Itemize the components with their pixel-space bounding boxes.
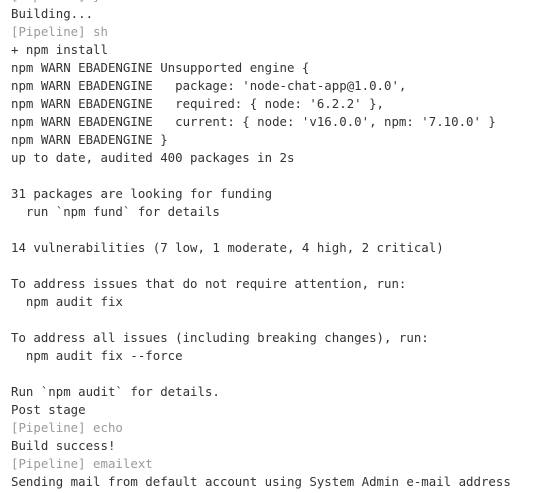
console-line: run `npm fund` for details bbox=[11, 204, 220, 219]
console-line: Build success! bbox=[11, 438, 116, 453]
console-line: Run `npm audit` for details. bbox=[11, 384, 220, 399]
pipeline-step-line: [Pipeline] echo bbox=[11, 420, 123, 435]
console-line: npm WARN EBADENGINE Unsupported engine { bbox=[11, 60, 310, 75]
pipeline-step-line: [Pipeline] sh bbox=[11, 24, 108, 39]
console-line: up to date, audited 400 packages in 2s bbox=[11, 150, 295, 165]
console-line: npm WARN EBADENGINE } bbox=[11, 132, 168, 147]
console-line: Sending mail from default account using … bbox=[11, 474, 511, 489]
console-line: npm WARN EBADENGINE required: { node: '6… bbox=[11, 96, 384, 111]
console-line: 31 packages are looking for funding bbox=[11, 186, 273, 201]
console-line: Building... bbox=[11, 6, 94, 21]
console-line: To address all issues (including breakin… bbox=[11, 330, 429, 345]
console-line: 14 vulnerabilities (7 low, 1 moderate, 4… bbox=[11, 240, 444, 255]
console-line: npm audit fix --force bbox=[11, 348, 183, 363]
pipeline-step-line: [Pipeline] emailext bbox=[11, 456, 153, 471]
console-line: npm WARN EBADENGINE current: { node: 'v1… bbox=[11, 114, 496, 129]
console-line: Post stage bbox=[11, 402, 86, 417]
console-line: To address issues that do not require at… bbox=[11, 276, 407, 291]
console-line: + npm install bbox=[11, 42, 108, 57]
console-line: npm audit fix bbox=[11, 294, 123, 309]
console-output: [Pipeline] }Building...[Pipeline] sh+ np… bbox=[11, 0, 538, 491]
console-line: npm WARN EBADENGINE package: 'node-chat-… bbox=[11, 78, 407, 93]
